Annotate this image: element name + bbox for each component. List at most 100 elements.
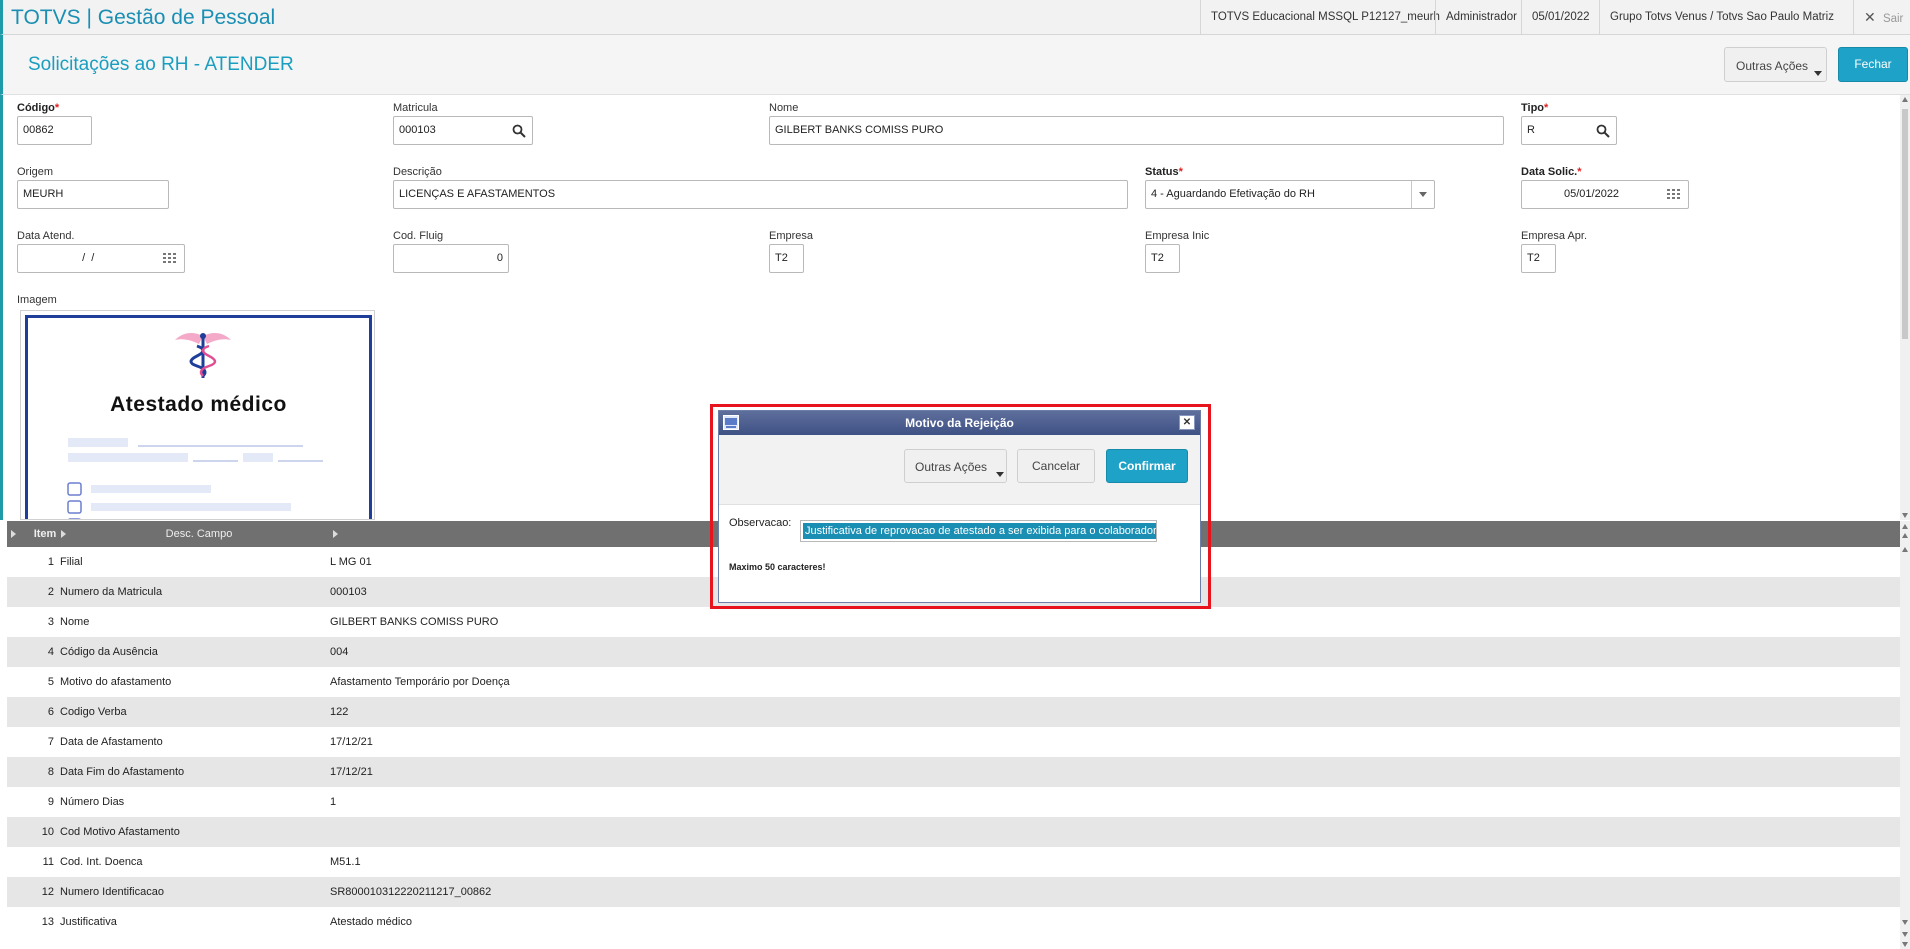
nome-field[interactable]: GILBERT BANKS COMISS PURO: [769, 116, 1504, 145]
row-number: 8: [47, 766, 54, 778]
cod-fluig-field[interactable]: 0: [393, 244, 509, 273]
table-row[interactable]: 6 Codigo Verba 122: [7, 697, 1900, 727]
codigo-label: Código: [17, 102, 59, 114]
row-value: 000103: [330, 586, 367, 598]
user-label: Administrador: [1435, 0, 1527, 34]
row-value: 17/12/21: [330, 766, 373, 778]
close-page-button[interactable]: Fechar: [1838, 47, 1908, 82]
empresa-apr-field[interactable]: T2: [1521, 244, 1556, 273]
dialog-toolbar: Outras Ações Cancelar Confirmar: [719, 435, 1200, 505]
dialog-cancel-button[interactable]: Cancelar: [1017, 449, 1095, 483]
table-row[interactable]: 12 Numero Identificacao SR8000103122202112…: [7, 877, 1900, 907]
table-row[interactable]: 7 Data de Afastamento 17/12/21: [7, 727, 1900, 757]
matricula-value: 000103: [399, 124, 436, 136]
row-value: 122: [330, 706, 349, 718]
medical-certificate-image: Atestado médico: [25, 315, 372, 519]
form-scrollbar[interactable]: [1900, 95, 1910, 520]
column-value[interactable]: [341, 521, 541, 547]
document-title: Atestado médico: [110, 393, 287, 416]
column-desc-campo[interactable]: Desc. Campo: [69, 521, 329, 547]
row-value: SR800010312220211217_00862: [330, 886, 492, 898]
row-number: 13: [41, 916, 54, 928]
other-actions-button[interactable]: Outras Ações: [1724, 47, 1827, 82]
column-item[interactable]: Item: [27, 521, 63, 547]
table-row[interactable]: 8 Data Fim do Afastamento 17/12/21: [7, 757, 1900, 787]
table-row[interactable]: 3 Nome GILBERT BANKS COMISS PURO: [7, 607, 1900, 637]
calendar-icon[interactable]: [162, 252, 178, 266]
matricula-label: Matricula: [393, 102, 438, 114]
search-icon[interactable]: [1596, 124, 1610, 138]
data-solic-value: 05/01/2022: [1564, 188, 1620, 200]
max-length-note: Maximo 50 caracteres!: [729, 562, 826, 572]
attachment-image[interactable]: Atestado médico: [20, 310, 375, 520]
tipo-field[interactable]: R: [1521, 116, 1617, 145]
chevron-down-icon: [1419, 192, 1427, 197]
row-number: 4: [47, 646, 54, 658]
empresa-inic-label: Empresa Inic: [1145, 230, 1210, 242]
caduceus-icon: [175, 333, 231, 378]
page-header: Solicitações ao RH - ATENDER Outras Açõe…: [0, 35, 1910, 95]
exit-label: Sair: [1882, 13, 1904, 25]
date-label: 05/01/2022: [1521, 0, 1600, 34]
dialog-close-button[interactable]: ✕: [1179, 415, 1195, 430]
origem-field[interactable]: MEURH: [17, 180, 169, 209]
cod-fluig-label: Cod. Fluig: [393, 230, 444, 242]
search-icon[interactable]: [512, 124, 526, 138]
row-number: 12: [41, 886, 54, 898]
empresa-field[interactable]: T2: [769, 244, 804, 273]
table-row[interactable]: 13 Justificativa Atestado médico: [7, 907, 1900, 937]
row-number: 3: [47, 616, 54, 628]
table-row[interactable]: 11 Cod. Int. Doenca M51.1: [7, 847, 1900, 877]
close-icon: ✕: [1182, 417, 1192, 428]
tipo-value: R: [1527, 124, 1535, 136]
expand-icon[interactable]: [11, 530, 16, 538]
observacao-value: Justificativa de reprovacao de atestado …: [803, 523, 1157, 539]
page-title: Solicitações ao RH - ATENDER: [28, 54, 294, 75]
tipo-label: Tipo: [1521, 102, 1548, 114]
table-row[interactable]: 9 Número Dias 1: [7, 787, 1900, 817]
status-value: 4 - Aguardando Efetivação do RH: [1151, 188, 1315, 200]
status-label: Status: [1145, 166, 1183, 178]
top-bar: TOTVS | Gestão de Pessoal TOTVS Educacio…: [0, 0, 1910, 35]
empresa-label: Empresa: [769, 230, 814, 242]
status-select[interactable]: 4 - Aguardando Efetivação do RH: [1145, 180, 1435, 209]
observacao-input[interactable]: Justificativa de reprovacao de atestado …: [800, 520, 1157, 542]
nome-label: Nome: [769, 102, 799, 114]
row-number: 5: [47, 676, 54, 688]
row-field: Cod. Int. Doenca: [60, 856, 143, 868]
row-field: Data de Afastamento: [60, 736, 163, 748]
row-value: 1: [330, 796, 337, 808]
descricao-field[interactable]: LICENÇAS E AFASTAMENTOS: [393, 180, 1128, 209]
table-row[interactable]: 4 Código da Ausência 004: [7, 637, 1900, 667]
codigo-field[interactable]: 00862: [17, 116, 92, 145]
rejection-dialog: Motivo da Rejeição ✕ Outras Ações Cancel…: [718, 410, 1201, 603]
row-field: Data Fim do Afastamento: [60, 766, 185, 778]
data-atend-field[interactable]: / /: [17, 244, 185, 273]
row-field: Número Dias: [60, 796, 125, 808]
row-value: Atestado médico: [330, 916, 412, 928]
row-field: Motivo do afastamento: [60, 676, 172, 688]
window-icon: [723, 415, 739, 430]
row-number: 1: [47, 556, 54, 568]
expand-icon[interactable]: [333, 530, 338, 538]
calendar-icon[interactable]: [1666, 188, 1682, 202]
exit-button[interactable]: ✕ Sair: [1853, 0, 1910, 34]
empresa-inic-field[interactable]: T2: [1145, 244, 1180, 273]
close-icon: ✕: [1864, 9, 1876, 25]
company-label: Grupo Totvs Venus / Totvs Sao Paulo Matr…: [1599, 0, 1844, 34]
other-actions-label: Outras Ações: [1736, 59, 1809, 73]
row-value: L MG 01: [330, 556, 372, 568]
dialog-confirm-button[interactable]: Confirmar: [1106, 449, 1188, 483]
matricula-field[interactable]: 000103: [393, 116, 533, 145]
grid-scrollbar[interactable]: [1900, 521, 1910, 949]
expand-icon[interactable]: [61, 530, 66, 538]
document-lines: [67, 438, 323, 519]
data-solic-field[interactable]: 05/01/2022: [1521, 180, 1689, 209]
table-row[interactable]: 10 Cod Motivo Afastamento: [7, 817, 1900, 847]
row-value: GILBERT BANKS COMISS PURO: [330, 616, 499, 628]
row-value: 004: [330, 646, 349, 658]
table-row[interactable]: 5 Motivo do afastamento Afastamento Tempor…: [7, 667, 1900, 697]
row-field: Codigo Verba: [60, 706, 127, 718]
row-field: Cod Motivo Afastamento: [60, 826, 180, 838]
dialog-other-actions-button[interactable]: Outras Ações: [904, 449, 1007, 483]
